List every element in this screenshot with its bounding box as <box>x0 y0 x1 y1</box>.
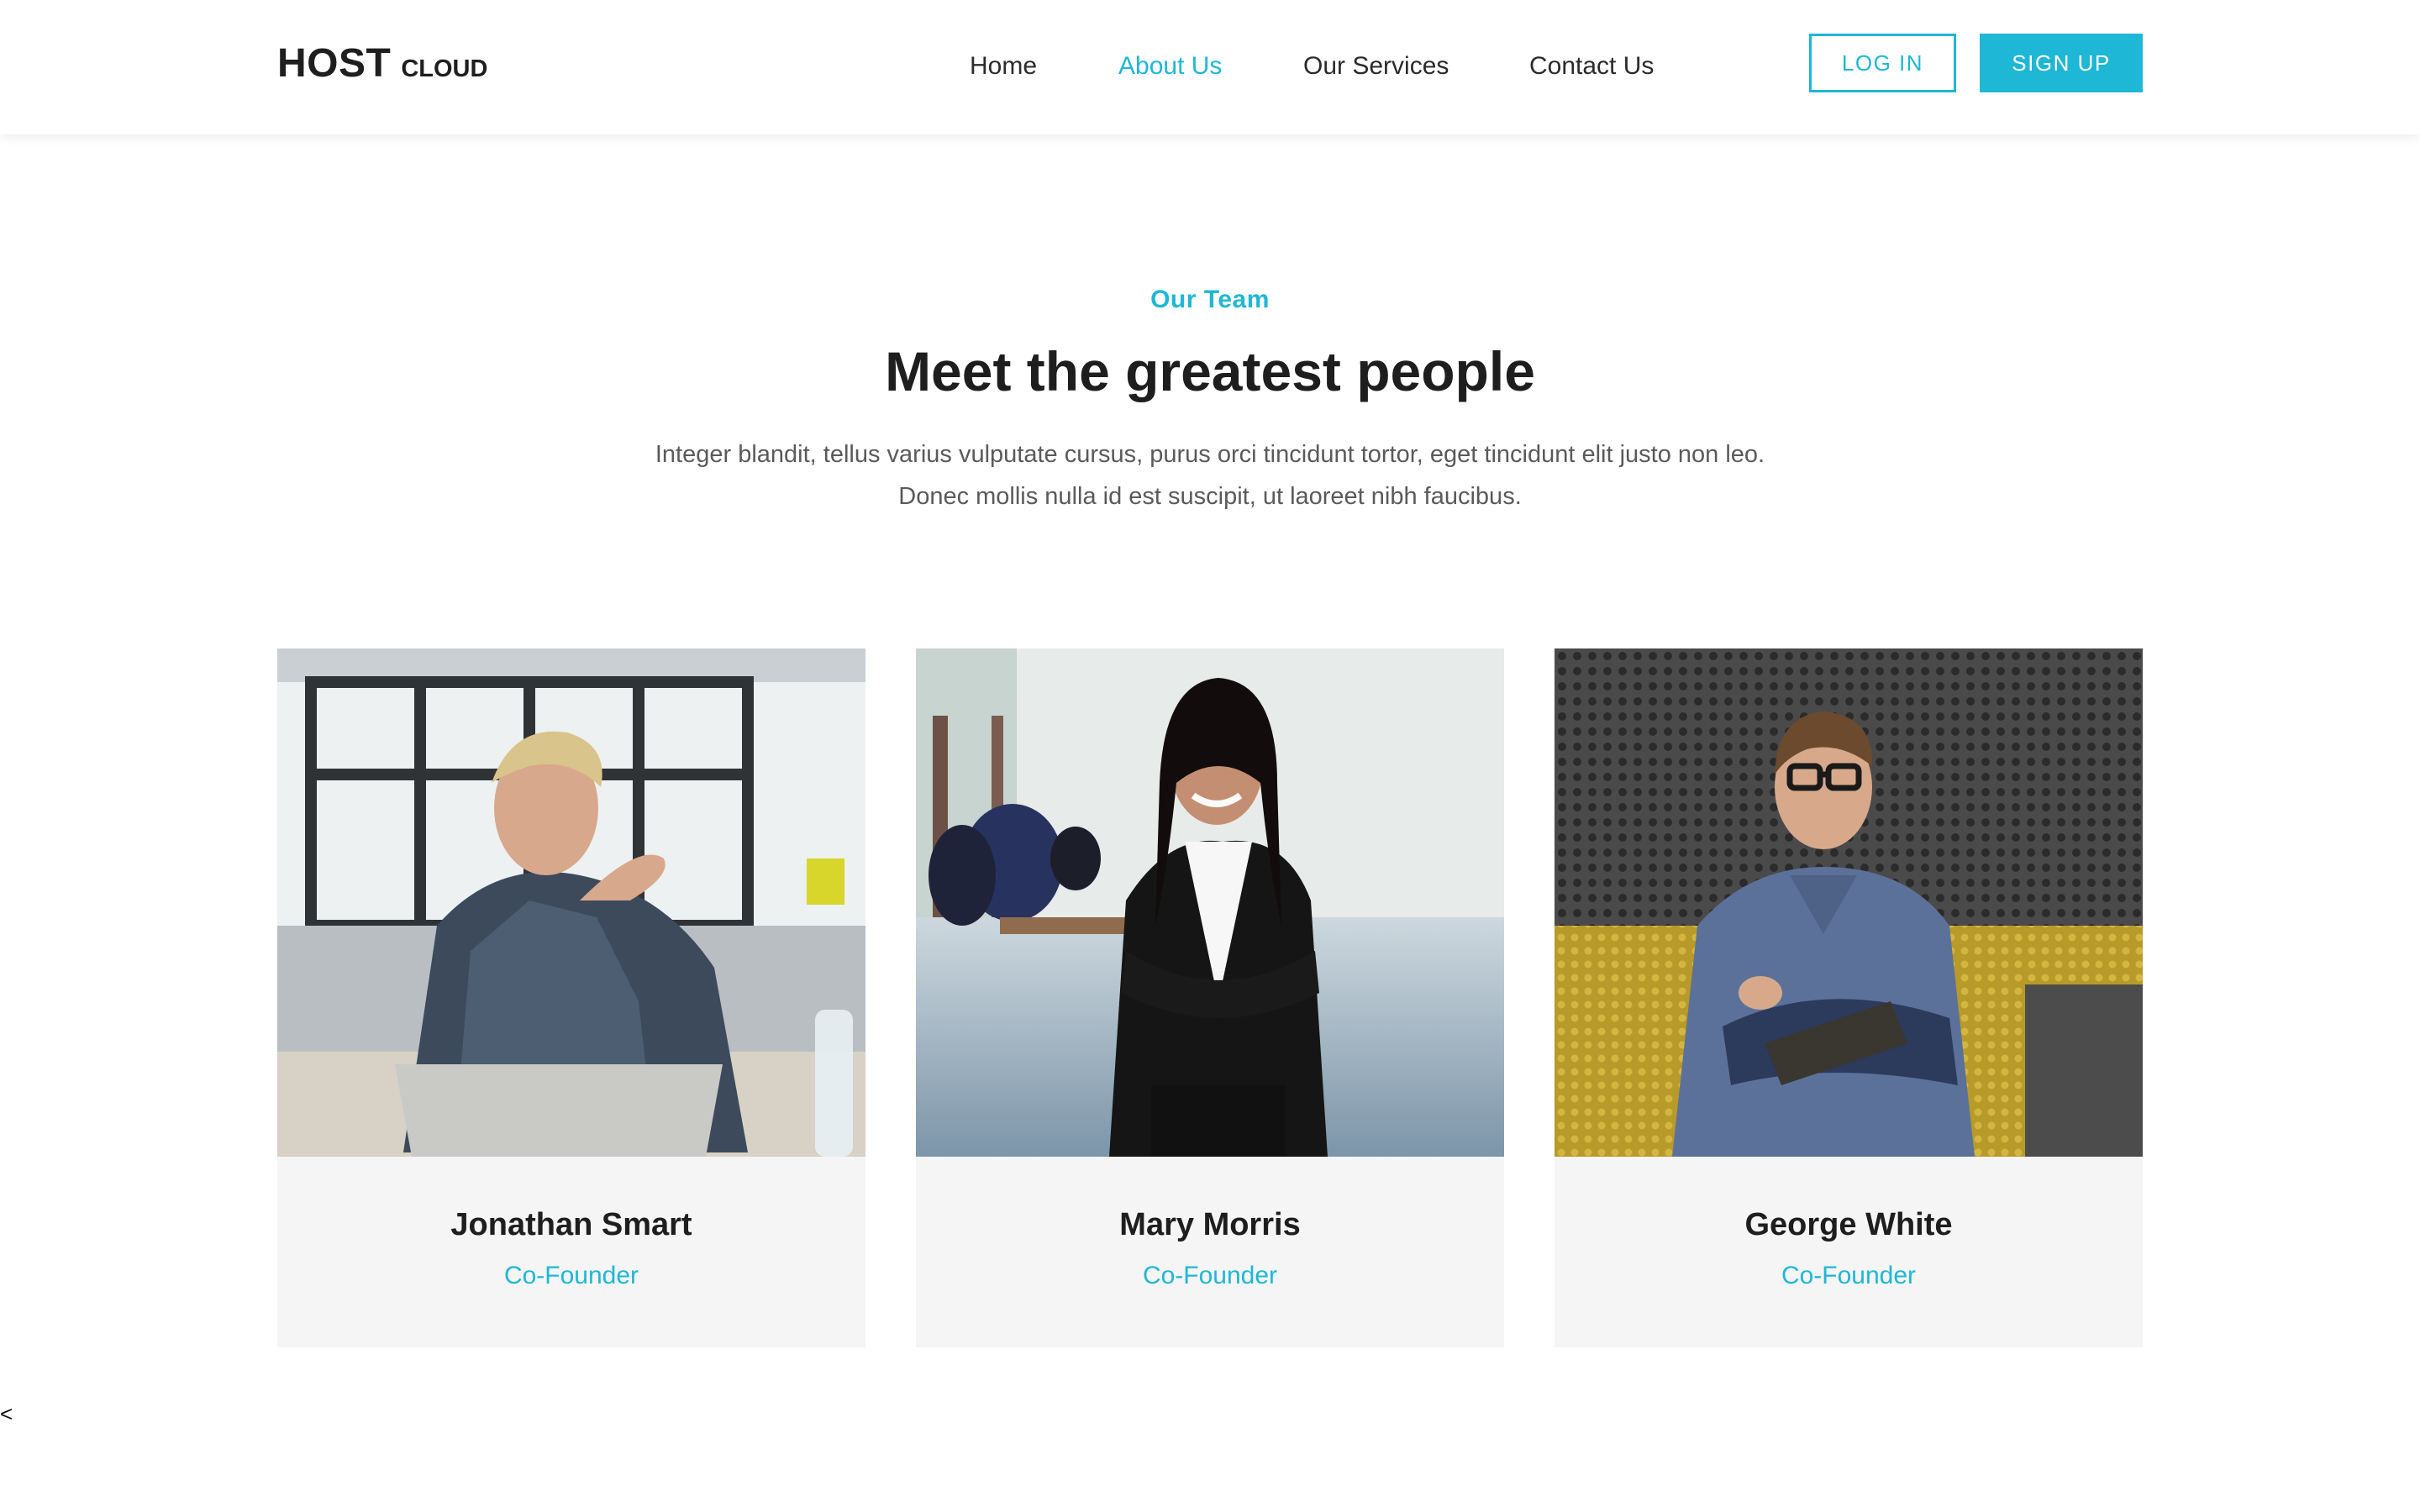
team-member-role: Co-Founder <box>503 1262 639 1289</box>
section-eyebrow: Our Team <box>1150 286 1270 313</box>
signup-button[interactable]: SIGN UP <box>1980 34 2143 92</box>
team-card: Jonathan Smart Co-Founder <box>277 648 865 1347</box>
man-writing-notes-photo <box>1555 648 2143 1157</box>
team-card: George White Co-Founder <box>1555 648 2143 1347</box>
section-title: Meet the greatest people <box>885 340 1535 402</box>
nav-item-contact-us[interactable]: Contact Us <box>1529 52 1654 81</box>
team-member-photo <box>277 648 865 1157</box>
stray-character: < <box>0 1401 13 1426</box>
team-grid: Jonathan Smart Co-Founder Mary Morris Co… <box>277 648 2143 1347</box>
section-description-line-1: Integer blandit, tellus varius vulputate… <box>655 441 1765 468</box>
login-button[interactable]: LOG IN <box>1809 34 1956 92</box>
team-member-role: Co-Founder <box>1781 1262 1917 1289</box>
team-member-role: Co-Founder <box>1142 1262 1278 1289</box>
team-card-body: Jonathan Smart Co-Founder <box>277 1157 865 1347</box>
woman-arms-crossed-photo <box>916 648 1504 1157</box>
site-header: HOST CLOUD Home About Us Our Services Co… <box>0 0 2420 134</box>
team-member-name: Jonathan Smart <box>450 1207 692 1242</box>
team-member-name: Mary Morris <box>1119 1207 1301 1242</box>
team-intro-section: Our Team Meet the greatest people Intege… <box>0 286 2420 517</box>
nav-item-about-us[interactable]: About Us <box>1118 52 1222 81</box>
nav-item-our-services[interactable]: Our Services <box>1303 52 1449 81</box>
section-description: Integer blandit, tellus varius vulputate… <box>613 433 1807 517</box>
team-member-photo <box>1555 648 2143 1157</box>
team-card-body: Mary Morris Co-Founder <box>916 1157 1504 1347</box>
team-member-photo <box>916 648 1504 1157</box>
team-card: Mary Morris Co-Founder <box>916 648 1504 1347</box>
section-description-line-2: Donec mollis nulla id est suscipit, ut l… <box>898 483 1522 510</box>
team-member-name: George White <box>1744 1207 1953 1242</box>
man-with-laptop-photo <box>277 648 865 1157</box>
team-card-body: George White Co-Founder <box>1555 1157 2143 1347</box>
nav-item-home[interactable]: Home <box>970 52 1037 81</box>
